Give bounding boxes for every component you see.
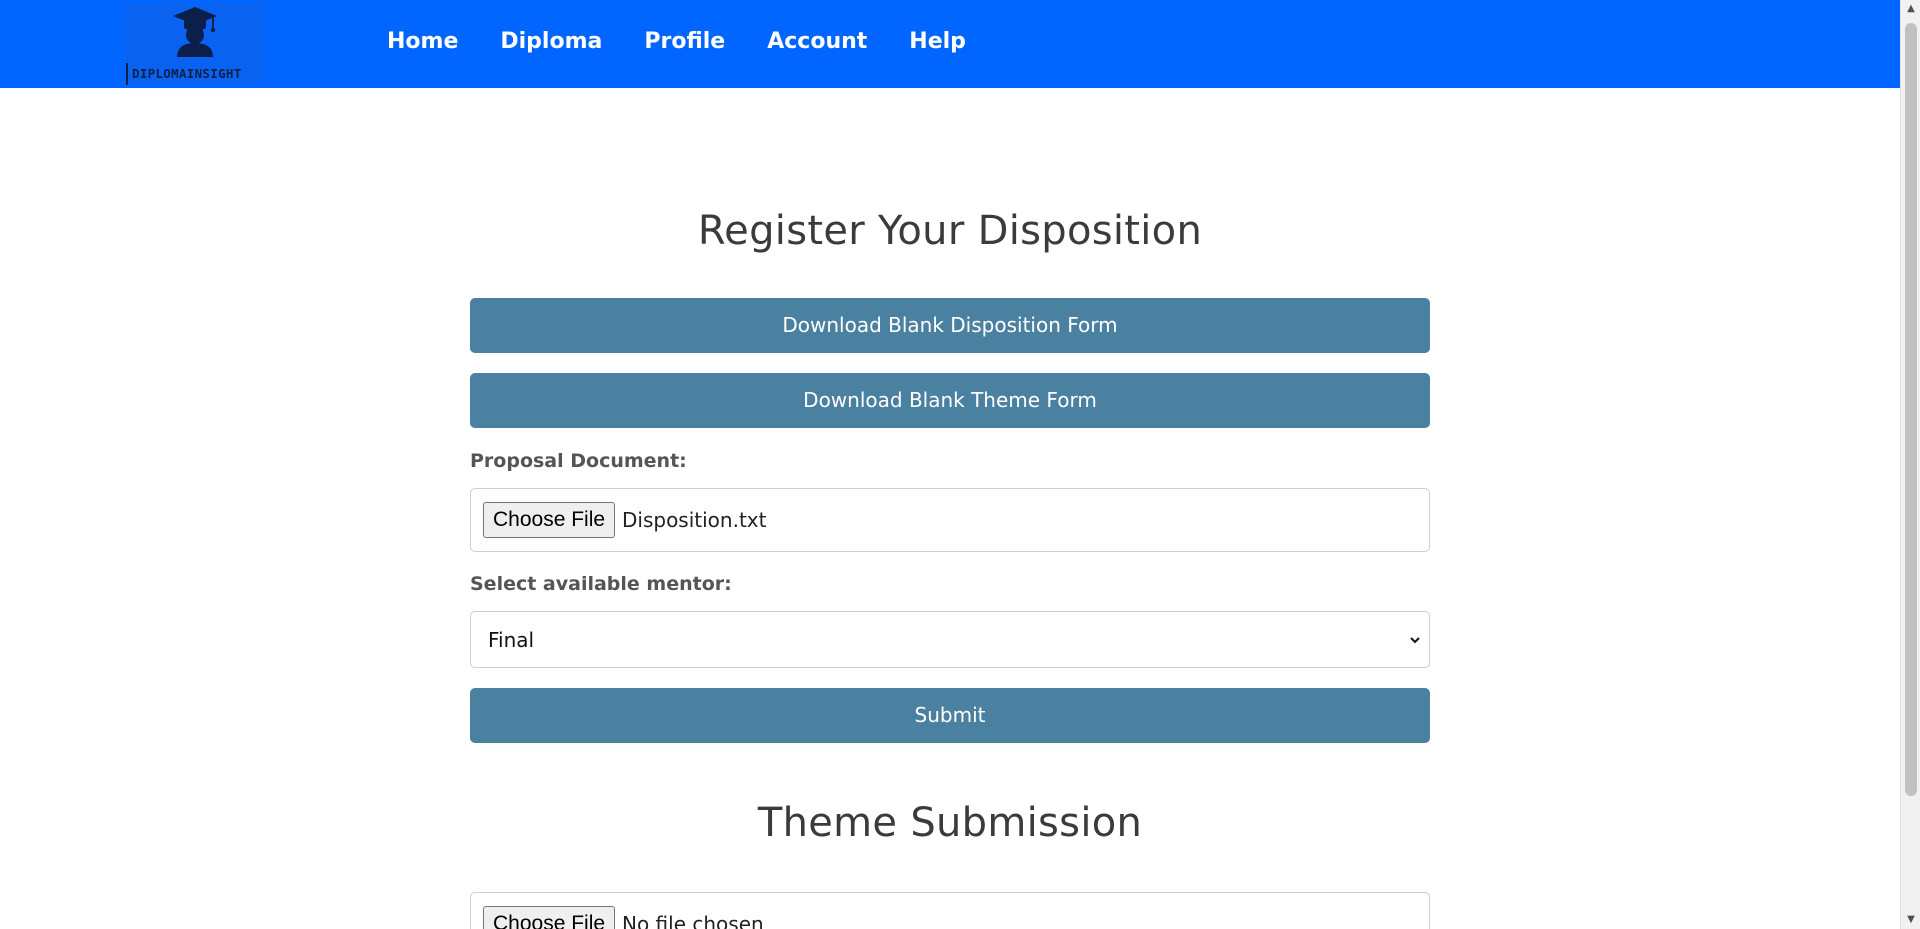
proposal-file-input[interactable]: Choose File Disposition.txt: [470, 488, 1430, 552]
nav-account[interactable]: Account: [767, 26, 867, 58]
nav-links: Home Diploma Profile Account Help: [387, 26, 1008, 58]
scroll-up-icon[interactable]: ▲: [1901, 0, 1920, 18]
download-disposition-button[interactable]: Download Blank Disposition Form: [470, 298, 1430, 353]
theme-file-name: No file chosen: [622, 912, 764, 929]
navbar: DIPLOMAINSIGHT Home Diploma Profile Acco…: [0, 0, 1900, 88]
theme-file-input[interactable]: Choose File No file chosen: [470, 892, 1430, 929]
logo[interactable]: DIPLOMAINSIGHT: [126, 3, 264, 85]
proposal-label: Proposal Document:: [470, 450, 687, 472]
nav-help[interactable]: Help: [909, 26, 966, 58]
scrollbar[interactable]: ▲ ▼: [1900, 0, 1920, 929]
mentor-select-value: Final: [488, 628, 535, 652]
theme-title: Theme Submission: [757, 800, 1143, 846]
nav-home[interactable]: Home: [387, 26, 458, 58]
disposition-title: Register Your Disposition: [697, 208, 1203, 254]
scroll-thumb[interactable]: [1905, 23, 1917, 796]
chevron-down-icon: [1410, 637, 1420, 644]
mentor-select[interactable]: Final: [470, 611, 1430, 668]
proposal-file-name: Disposition.txt: [622, 508, 767, 532]
proposal-choose-file-button[interactable]: Choose File: [483, 502, 616, 538]
nav-profile[interactable]: Profile: [644, 26, 725, 58]
download-theme-button[interactable]: Download Blank Theme Form: [470, 373, 1430, 428]
scroll-down-icon[interactable]: ▼: [1901, 911, 1920, 929]
mentor-label: Select available mentor:: [470, 573, 732, 595]
theme-choose-file-button[interactable]: Choose File: [483, 906, 616, 929]
nav-diploma[interactable]: Diploma: [500, 26, 602, 58]
logo-text: DIPLOMAINSIGHT: [126, 63, 264, 85]
graduate-icon: [173, 7, 217, 57]
submit-button[interactable]: Submit: [470, 688, 1430, 743]
